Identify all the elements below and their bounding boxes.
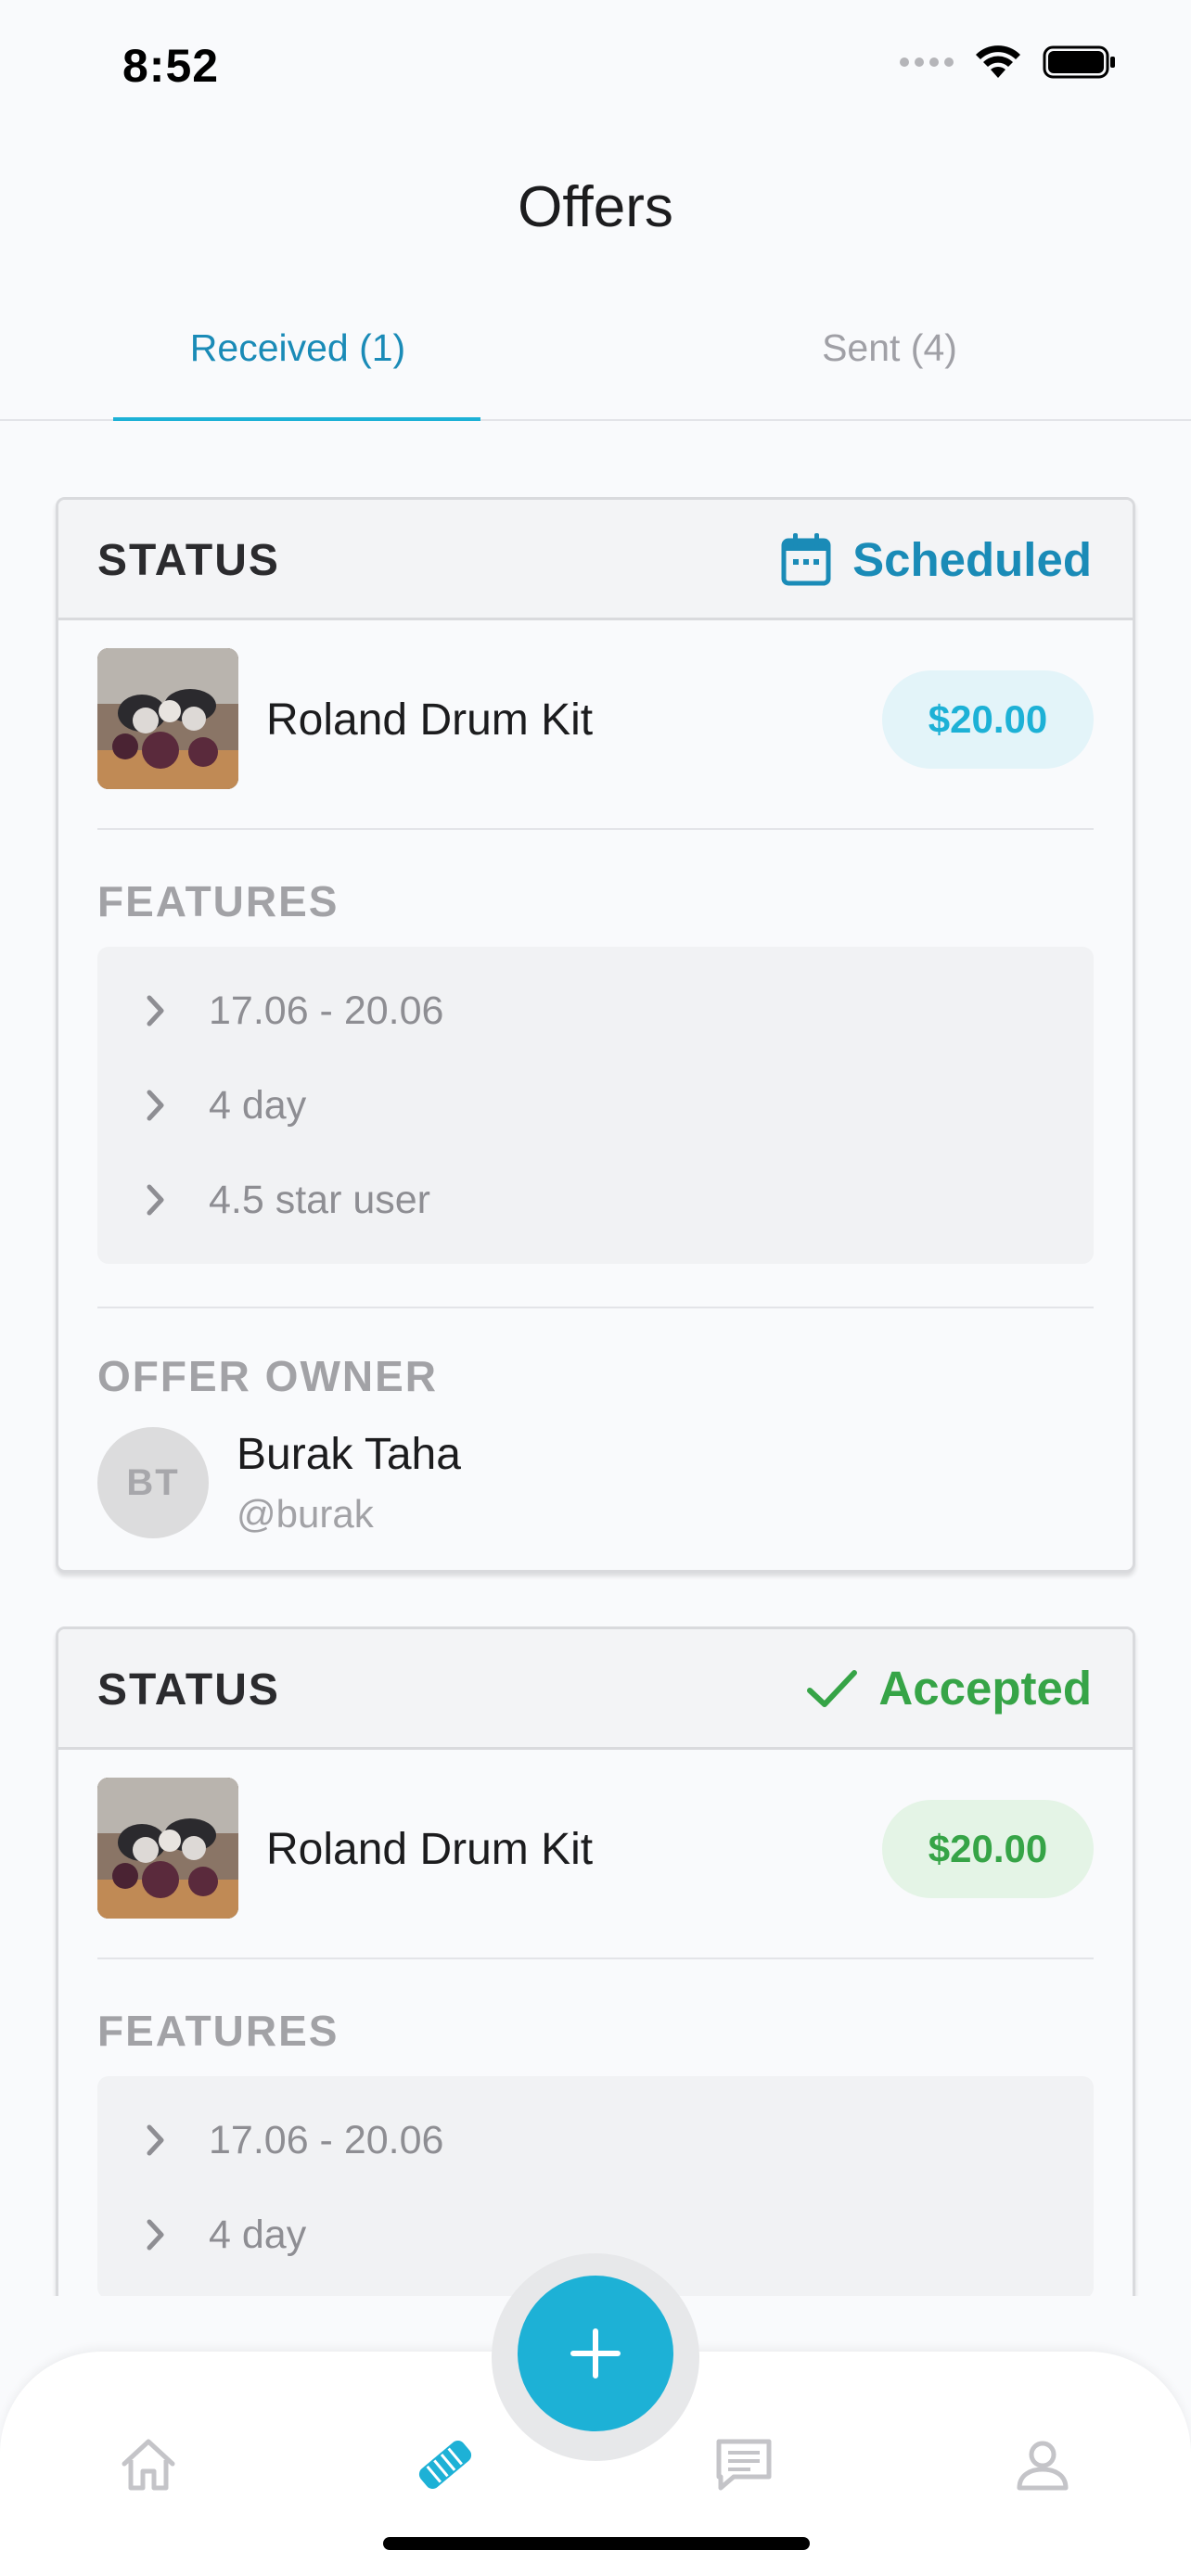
status-value: Scheduled xyxy=(780,531,1092,587)
owner-name: Burak Taha xyxy=(237,1430,461,1479)
status-label: STATUS xyxy=(97,1665,280,1715)
status-text: Scheduled xyxy=(852,532,1092,586)
feature-item: 17.06 - 20.06 xyxy=(97,2093,1094,2187)
profile-icon[interactable] xyxy=(1005,2428,1080,2502)
features-list: 17.06 - 20.06 4 day 4.5 star user xyxy=(97,947,1094,1264)
divider xyxy=(97,1307,1094,1308)
chevron-right-icon xyxy=(146,2123,173,2157)
offer-card-header: STATUS Scheduled xyxy=(58,500,1133,620)
item-name: Roland Drum Kit xyxy=(266,695,594,745)
handshake-icon[interactable] xyxy=(408,2428,482,2502)
feature-text: 17.06 - 20.06 xyxy=(209,2117,444,2162)
home-indicator xyxy=(383,2537,810,2550)
page-title: Offers xyxy=(518,175,673,239)
offers-tabs: Received (1) Sent (4) xyxy=(0,306,1191,421)
status-value: Accepted xyxy=(806,1661,1092,1715)
feature-item: 17.06 - 20.06 xyxy=(97,963,1094,1058)
offer-owner[interactable]: BT Burak Taha @burak xyxy=(97,1427,1094,1542)
feature-text: 4 day xyxy=(209,1082,307,1128)
offer-owner-label: OFFER OWNER xyxy=(97,1352,438,1400)
battery-icon xyxy=(1043,45,1115,79)
features-label: FEATURES xyxy=(97,877,339,925)
features-label: FEATURES xyxy=(97,2007,339,2055)
chevron-right-icon xyxy=(146,994,173,1027)
offer-card[interactable]: STATUS Accepted Roland Drum Kit $20.00 F… xyxy=(56,1626,1135,2296)
calendar-icon xyxy=(781,533,831,586)
check-icon xyxy=(807,1669,858,1707)
active-tab-indicator xyxy=(113,417,480,421)
home-icon[interactable] xyxy=(111,2428,186,2502)
feature-item: 4.5 star user xyxy=(97,1153,1094,1247)
feature-item: 4 day xyxy=(97,1058,1094,1153)
chevron-right-icon xyxy=(146,1183,173,1217)
feature-text: 4.5 star user xyxy=(209,1177,430,1222)
status-icons xyxy=(900,45,1117,80)
offer-card[interactable]: STATUS Scheduled Roland Drum Kit $20.00 … xyxy=(56,497,1135,1573)
tab-sent[interactable]: Sent (4) xyxy=(705,326,1074,370)
offer-item-row[interactable]: Roland Drum Kit $20.00 xyxy=(97,620,1094,830)
status-time: 8:52 xyxy=(122,40,220,92)
item-thumbnail xyxy=(97,648,238,789)
add-offer-button[interactable] xyxy=(518,2276,673,2431)
tab-received[interactable]: Received (1) xyxy=(113,326,482,370)
chevron-right-icon xyxy=(146,1089,173,1122)
plus-icon xyxy=(570,2328,621,2378)
chevron-right-icon xyxy=(146,2218,173,2251)
offer-item-row[interactable]: Roland Drum Kit $20.00 xyxy=(97,1750,1094,1959)
offer-card-header: STATUS Accepted xyxy=(58,1629,1133,1750)
feature-text: 17.06 - 20.06 xyxy=(209,988,444,1033)
status-text: Accepted xyxy=(878,1662,1092,1715)
offers-list[interactable]: STATUS Scheduled Roland Drum Kit $20.00 … xyxy=(0,423,1191,2296)
price-badge: $20.00 xyxy=(882,670,1094,769)
wifi-icon xyxy=(976,45,1020,78)
item-thumbnail xyxy=(97,1778,238,1919)
cellular-signal-icon xyxy=(900,57,954,67)
owner-handle: @burak xyxy=(237,1492,374,1536)
price-badge: $20.00 xyxy=(882,1800,1094,1898)
status-bar: 8:52 xyxy=(0,0,1191,130)
status-label: STATUS xyxy=(97,536,280,585)
item-name: Roland Drum Kit xyxy=(266,1825,594,1874)
feature-text: 4 day xyxy=(209,2212,307,2257)
chat-icon[interactable] xyxy=(707,2428,781,2502)
avatar: BT xyxy=(97,1427,209,1538)
